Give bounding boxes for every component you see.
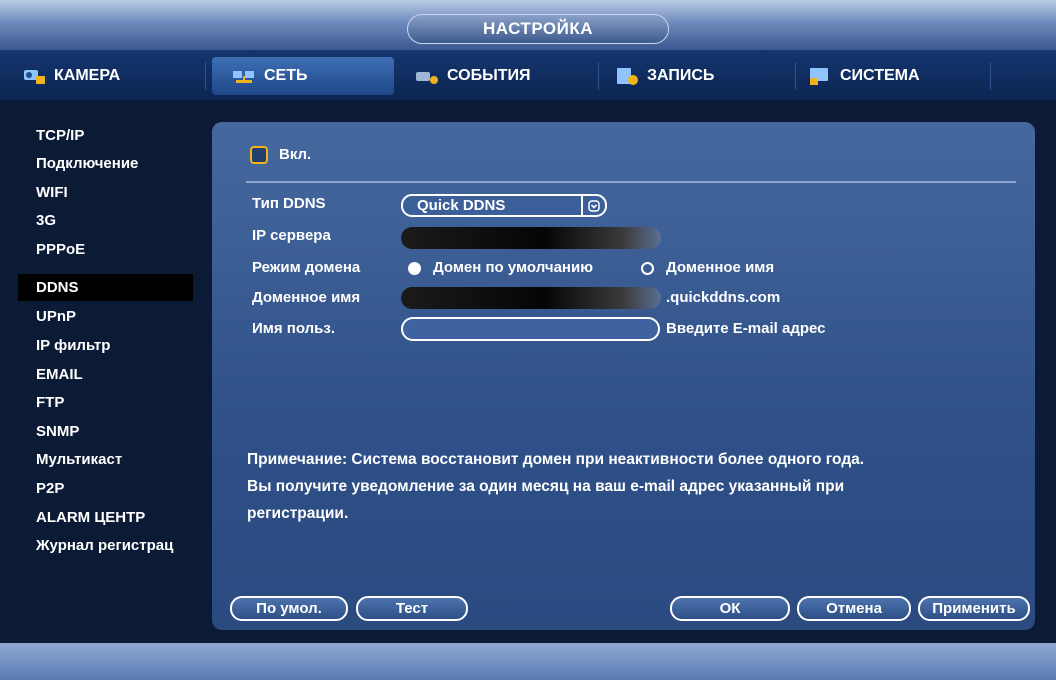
domain-suffix: .quickddns.com [666, 289, 781, 306]
tab-label: ЗАПИСЬ [647, 67, 715, 84]
tab-divider [990, 62, 991, 90]
ddns-type-value: Quick DDNS [417, 197, 506, 214]
domain-mode-default-label: Домен по умолчанию [433, 259, 594, 276]
domain-name-label: Доменное имя [252, 289, 361, 306]
bottom-bar [0, 643, 1056, 680]
sidebar-item-3g[interactable]: 3G [18, 207, 193, 234]
domain-mode-custom-radio[interactable] [641, 262, 654, 275]
note-line: Примечание: Система восстановит домен пр… [247, 451, 865, 468]
sidebar-item-pppoe[interactable]: PPPoE [18, 236, 193, 263]
title-bar: НАСТРОЙКА [0, 0, 1056, 50]
sidebar-item-tcpip[interactable]: TCP/IP [18, 122, 193, 149]
note-line: Вы получите уведомление за один месяц на… [247, 478, 845, 495]
events-icon [415, 66, 439, 86]
ddns-type-select[interactable]: Quick DDNS [401, 194, 607, 217]
note-text: Примечание: Система восстановит домен пр… [247, 446, 1027, 527]
tab-label: СЕТЬ [264, 67, 308, 84]
sidebar-item-snmp[interactable]: SNMP [18, 418, 193, 445]
sidebar-item-ip-filter[interactable]: IP фильтр [18, 332, 193, 359]
window-title: НАСТРОЙКА [407, 14, 669, 44]
tab-system[interactable]: СИСТЕМА [808, 57, 988, 95]
username-label: Имя польз. [252, 320, 336, 337]
settings-screen: НАСТРОЙКА КАМЕРА СЕТЬ СОБЫТИЯ ЗАПИСЬ СИС… [0, 0, 1056, 680]
tab-divider [598, 62, 599, 90]
enable-checkbox[interactable] [250, 146, 268, 164]
note-line: регистрации. [247, 505, 349, 522]
tab-divider [205, 62, 206, 90]
username-hint: Введите E-mail адрес [666, 320, 826, 337]
sidebar-item-ftp[interactable]: FTP [18, 389, 193, 416]
tab-events[interactable]: СОБЫТИЯ [415, 57, 585, 95]
tab-network[interactable]: СЕТЬ [212, 57, 394, 95]
record-icon [615, 66, 639, 86]
camera-icon [22, 66, 46, 86]
tab-camera[interactable]: КАМЕРА [22, 57, 192, 95]
apply-button[interactable]: Применить [918, 596, 1030, 621]
default-button[interactable]: По умол. [230, 596, 348, 621]
network-icon [232, 66, 256, 86]
tab-label: СОБЫТИЯ [447, 67, 531, 84]
enable-label: Вкл. [279, 146, 312, 163]
tab-bar: КАМЕРА СЕТЬ СОБЫТИЯ ЗАПИСЬ СИСТЕМА [0, 50, 1056, 102]
sidebar-item-p2p[interactable]: P2P [18, 475, 193, 502]
tab-label: КАМЕРА [54, 67, 121, 84]
divider [246, 181, 1016, 183]
ddns-settings-panel [212, 122, 1035, 630]
domain-mode-custom-label: Доменное имя [666, 259, 775, 276]
sidebar-item-alarm-center[interactable]: ALARM ЦЕНТР [18, 504, 193, 531]
server-ip-label: IP сервера [252, 227, 331, 244]
sidebar-item-email[interactable]: EMAIL [18, 361, 193, 388]
tab-record[interactable]: ЗАПИСЬ [615, 57, 785, 95]
server-ip-field-redacted[interactable] [401, 227, 661, 249]
sidebar-item-ddns[interactable]: DDNS [18, 274, 193, 301]
domain-name-field-redacted[interactable] [401, 287, 661, 309]
ok-button[interactable]: ОК [670, 596, 790, 621]
tab-label: СИСТЕМА [840, 67, 920, 84]
chevron-down-icon[interactable] [581, 194, 605, 217]
tab-divider [795, 62, 796, 90]
sidebar-item-wifi[interactable]: WIFI [18, 179, 193, 206]
domain-mode-default-radio[interactable] [408, 262, 421, 275]
settings-sidebar: TCP/IP Подключение WIFI 3G PPPoE DDNS UP… [18, 120, 193, 610]
ddns-type-label: Тип DDNS [252, 195, 326, 212]
cancel-button[interactable]: Отмена [797, 596, 911, 621]
sidebar-item-connection[interactable]: Подключение [18, 150, 193, 177]
test-button[interactable]: Тест [356, 596, 468, 621]
system-icon [808, 66, 832, 86]
sidebar-item-log[interactable]: Журнал регистрац [18, 532, 193, 559]
sidebar-item-upnp[interactable]: UPnP [18, 303, 193, 330]
username-input[interactable] [401, 317, 660, 341]
sidebar-item-multicast[interactable]: Мультикаст [18, 446, 193, 473]
domain-mode-label: Режим домена [252, 259, 361, 276]
